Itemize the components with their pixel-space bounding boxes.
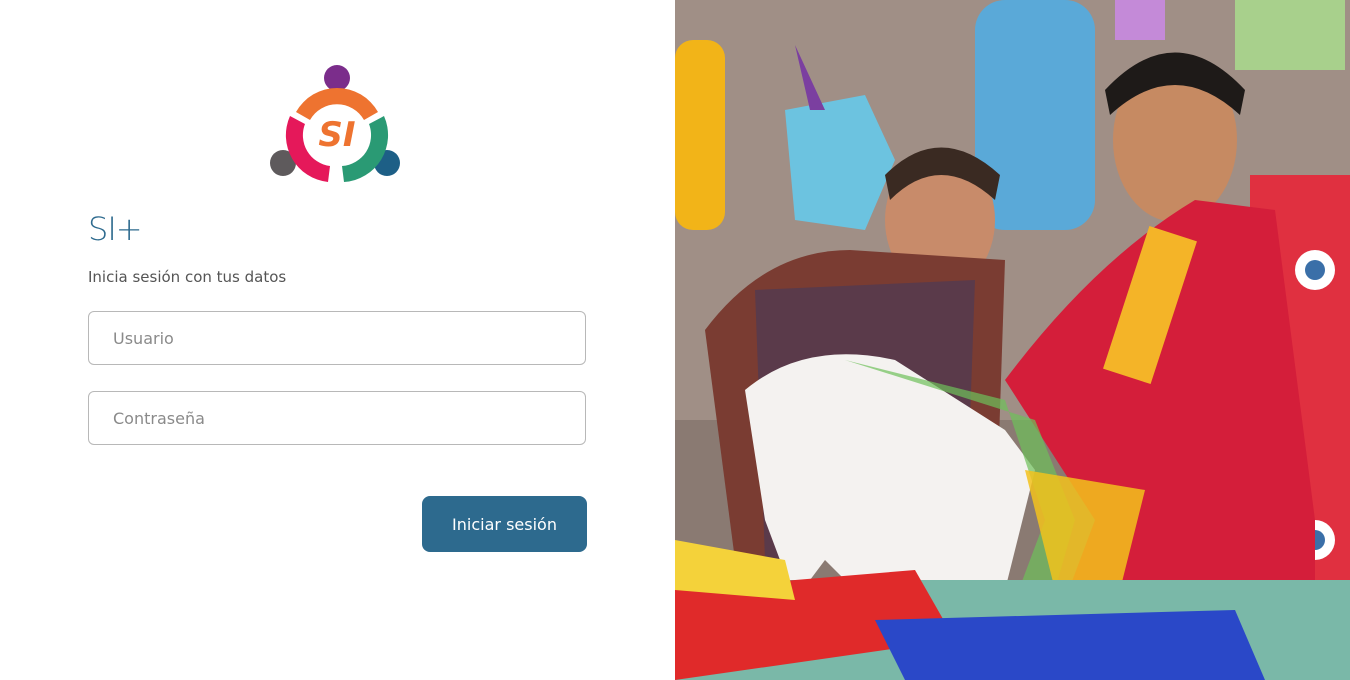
password-input[interactable] (88, 391, 586, 445)
artisans-pinata-photo (675, 0, 1350, 680)
app-title: SI+ (88, 210, 143, 248)
login-panel: SI SI+ Inicia sesión con tus datos Inici… (0, 0, 675, 680)
hero-photo (675, 0, 1350, 680)
logo-text: SI (318, 115, 355, 155)
username-input[interactable] (88, 311, 586, 365)
brand-logo: SI (270, 65, 400, 182)
login-button[interactable]: Iniciar sesión (422, 496, 587, 552)
login-subtitle: Inicia sesión con tus datos (88, 268, 287, 286)
